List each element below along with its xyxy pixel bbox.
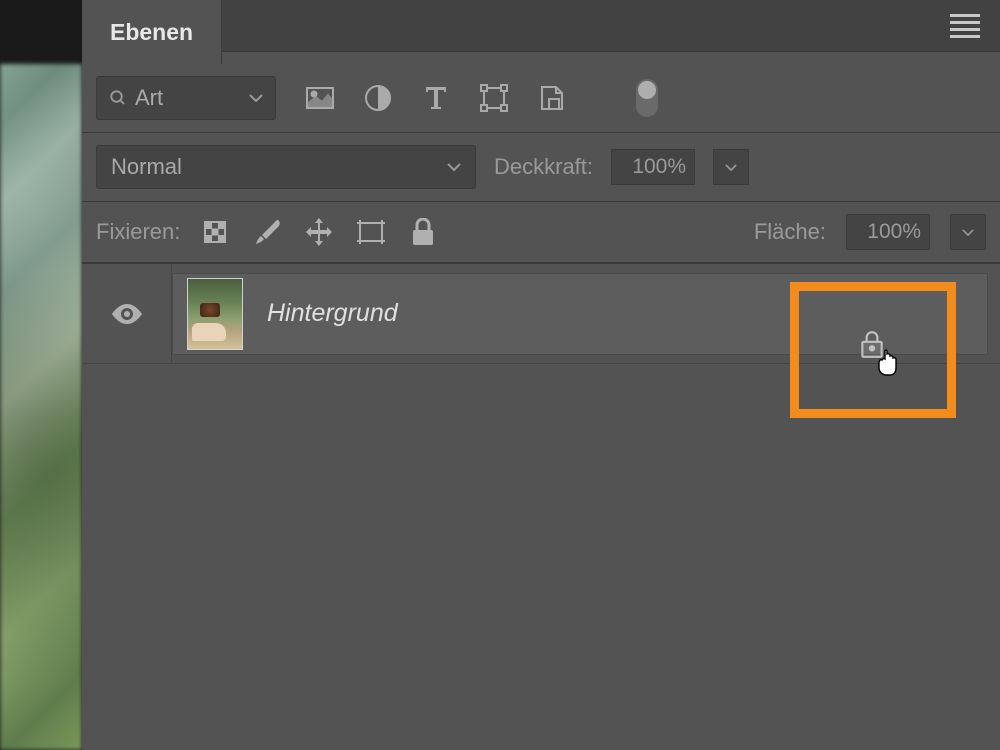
fill-label: Fläche: bbox=[754, 219, 826, 245]
filter-type-icon-text[interactable] bbox=[422, 84, 450, 112]
lock-fill-row: Fixieren: Fläche: bbox=[82, 202, 1000, 263]
filter-toggle[interactable] bbox=[636, 79, 658, 117]
blend-mode-select[interactable]: Normal bbox=[96, 145, 476, 189]
layer-thumbnail[interactable] bbox=[187, 278, 243, 350]
opacity-dropdown-icon[interactable] bbox=[713, 149, 749, 185]
panel-menu-icon[interactable] bbox=[950, 14, 980, 38]
layer-name[interactable]: Hintergrund bbox=[267, 299, 398, 328]
filter-pixel-icon[interactable] bbox=[306, 84, 334, 112]
opacity-label: Deckkraft: bbox=[494, 154, 593, 180]
lock-label: Fixieren: bbox=[96, 219, 180, 245]
fill-dropdown-icon[interactable] bbox=[950, 214, 986, 250]
panel-tab-layers[interactable]: Ebenen bbox=[82, 0, 222, 64]
panel-tab-bar bbox=[222, 0, 1000, 52]
filter-smartobject-icon[interactable] bbox=[538, 84, 566, 112]
canvas-preview-edge bbox=[0, 64, 82, 750]
lock-pixels-brush-icon[interactable] bbox=[252, 217, 282, 247]
lock-artboard-icon[interactable] bbox=[356, 217, 386, 247]
filter-adjustment-icon[interactable] bbox=[364, 84, 392, 112]
visibility-eye-icon[interactable] bbox=[110, 302, 144, 326]
layer-lock-icon[interactable] bbox=[859, 329, 885, 359]
blend-mode-label: Normal bbox=[111, 154, 447, 180]
filter-type-label: Art bbox=[135, 85, 249, 111]
filter-type-icons bbox=[306, 79, 658, 117]
layers-panel: Ebenen Art bbox=[82, 0, 1000, 750]
lock-transparency-icon[interactable] bbox=[200, 217, 230, 247]
layer-filter-type-select[interactable]: Art bbox=[96, 76, 276, 120]
fill-input[interactable] bbox=[846, 214, 930, 250]
opacity-input[interactable] bbox=[611, 149, 695, 185]
chevron-down-icon bbox=[447, 162, 461, 172]
lock-all-icon[interactable] bbox=[408, 217, 438, 247]
filter-shape-icon[interactable] bbox=[480, 84, 508, 112]
lock-position-move-icon[interactable] bbox=[304, 217, 334, 247]
blend-opacity-row: Normal Deckkraft: bbox=[82, 133, 1000, 202]
panel-header: Ebenen bbox=[82, 0, 1000, 64]
search-icon bbox=[109, 89, 127, 107]
layer-filter-bar: Art bbox=[82, 64, 1000, 133]
chevron-down-icon bbox=[249, 93, 263, 103]
